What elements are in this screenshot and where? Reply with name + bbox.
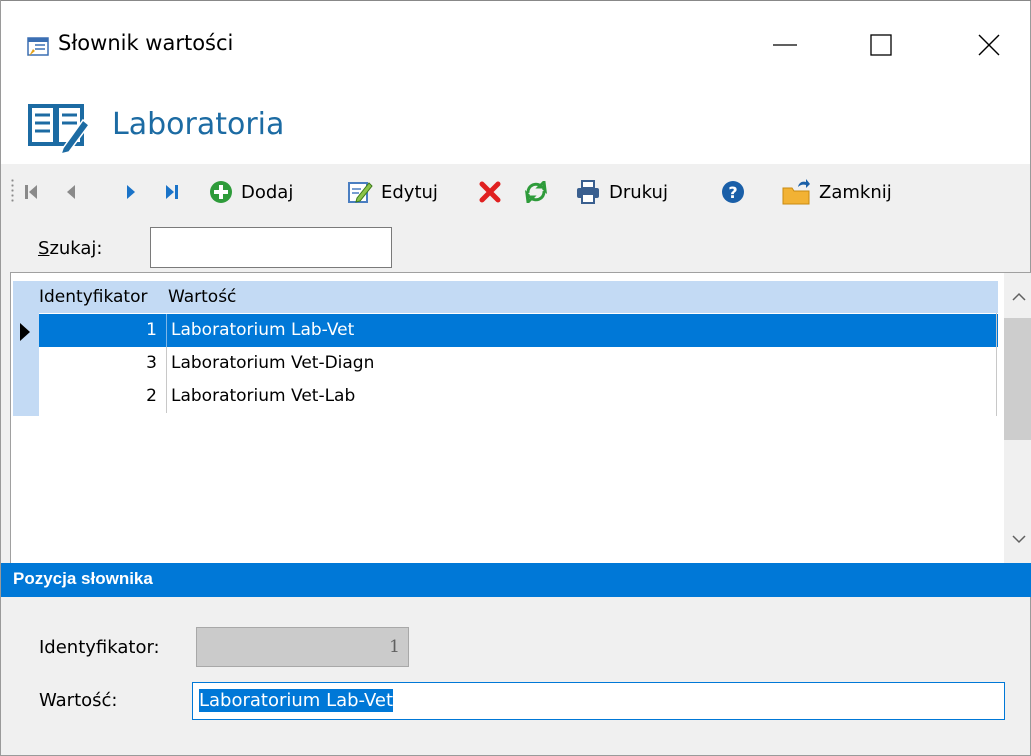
values-grid[interactable]: Identyfikator Wartość 1 Laboratorium Lab… [10,272,1031,563]
column-header-value[interactable]: Wartość [168,287,236,307]
add-button[interactable]: Dodaj [209,172,293,212]
delete-icon [479,181,501,203]
last-record-icon [166,185,178,199]
grid-end-line [996,313,997,416]
cell-value: Laboratorium Vet-Lab [166,380,998,413]
maximize-icon [870,34,892,56]
value-field-text: Laboratorium Lab-Vet [199,689,394,712]
print-label: Drukuj [609,181,668,203]
search-input[interactable] [150,227,392,268]
value-field[interactable]: Laboratorium Lab-Vet [192,682,1005,720]
scroll-up-icon[interactable] [1011,289,1027,305]
close-button[interactable]: Zamknij [781,172,892,212]
add-label: Dodaj [241,181,294,203]
scrollbar-thumb[interactable] [1004,318,1031,440]
dictionary-header: Laboratoria [1,91,1030,164]
detail-section-header: Pozycja słownika [1,563,1031,597]
edit-icon [348,182,373,203]
section-title: Pozycja słownika [13,569,153,588]
toolbar-grip[interactable] [11,178,14,204]
close-label: Zamknij [819,181,892,203]
print-button[interactable]: Drukuj [575,172,668,212]
window-title: Słownik wartości [58,31,234,55]
refresh-button[interactable] [524,172,548,212]
value-label: Wartość: [39,690,118,711]
dictionary-window: Słownik wartości Laboratoria Dodaj Edytu… [0,0,1031,756]
cell-id: 3 [146,353,157,373]
table-row[interactable]: 1 Laboratorium Lab-Vet [39,314,998,347]
close-window-button[interactable] [959,23,1019,67]
id-label: Identyfikator: [39,637,160,658]
minimize-icon [773,44,797,46]
previous-record-icon [67,185,75,199]
delete-button[interactable] [479,172,501,212]
dictionary-edit-icon [28,104,91,156]
add-icon [210,181,232,203]
current-row-marker-icon [20,323,30,341]
scroll-down-icon[interactable] [1011,531,1027,547]
edit-label: Edytuj [381,181,438,203]
toolbar: Dodaj Edytuj Drukuj ? Zamknij [1,164,1030,220]
page-title: Laboratoria [112,107,285,142]
close-icon [978,34,1000,56]
table-row[interactable]: 3 Laboratorium Vet-Diagn [39,347,998,380]
cell-value: Laboratorium Vet-Diagn [166,347,998,380]
search-label: Szukaj: [38,238,103,259]
printer-icon [577,180,599,204]
column-header-id[interactable]: Identyfikator [39,287,163,307]
refresh-icon [524,181,548,203]
maximize-button[interactable] [851,23,911,67]
next-record-button[interactable] [125,172,137,212]
first-record-button[interactable] [23,172,39,212]
last-record-button[interactable] [164,172,180,212]
first-record-icon [25,185,37,199]
id-field: 1 [196,627,409,667]
cell-value: Laboratorium Lab-Vet [166,314,998,347]
app-icon [27,37,49,56]
help-button[interactable]: ? [721,172,745,212]
close-folder-icon [782,179,810,205]
edit-button[interactable]: Edytuj [347,172,438,212]
table-row[interactable]: 2 Laboratorium Vet-Lab [39,380,998,413]
previous-record-button[interactable] [65,172,77,212]
minimize-button[interactable] [755,23,815,67]
cell-id: 2 [146,386,157,406]
next-record-icon [127,185,135,199]
title-bar[interactable]: Słownik wartości [1,1,1030,91]
grid-vertical-scrollbar[interactable] [1004,273,1031,563]
help-icon: ? [722,181,744,203]
svg-text:?: ? [728,183,737,202]
cell-id: 1 [146,320,157,340]
